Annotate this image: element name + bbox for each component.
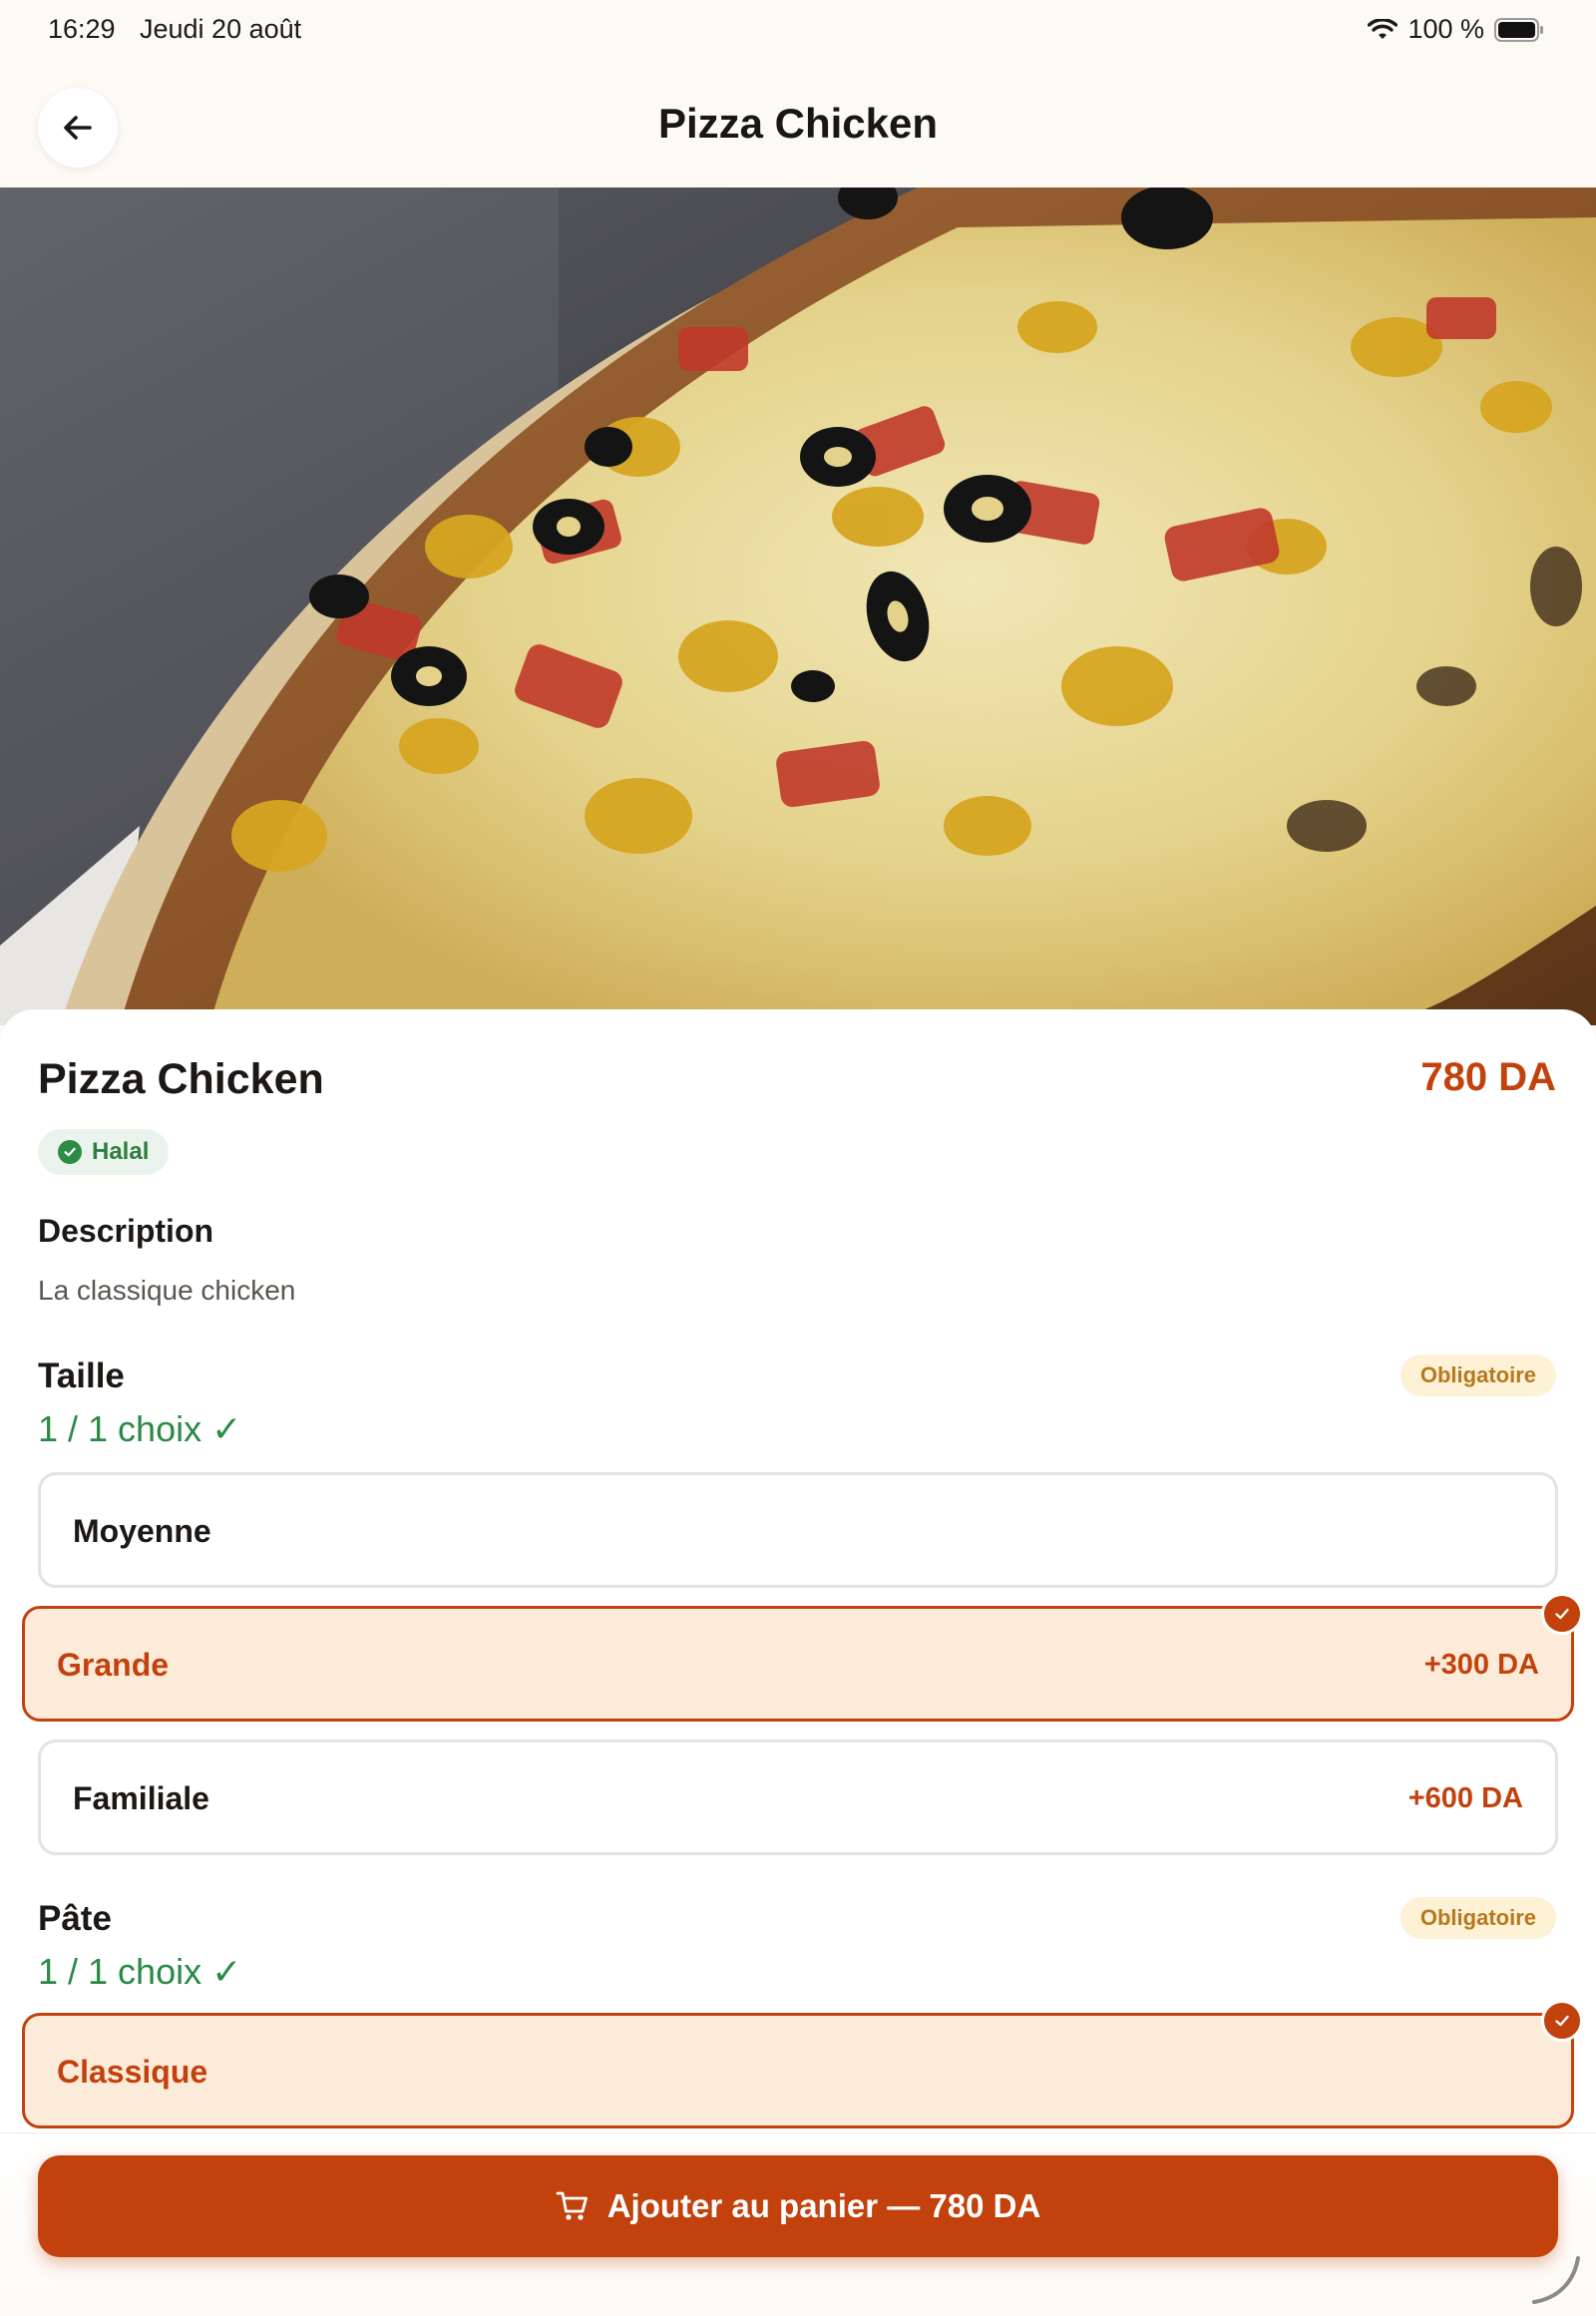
halal-badge: Halal xyxy=(38,1129,170,1175)
section-title-taille: Taille xyxy=(38,1356,125,1395)
status-bar: 16:29 Jeudi 20 août 100 % xyxy=(0,0,1596,62)
choice-count-taille: 1 / 1 choix ✓ xyxy=(38,1408,242,1449)
description-heading: Description xyxy=(38,1213,214,1249)
status-time: 16:29 xyxy=(48,14,116,44)
battery-level: 100 % xyxy=(1407,14,1484,44)
wifi-icon xyxy=(1368,18,1398,41)
resize-handle-icon xyxy=(1532,2256,1580,2304)
option-price: +600 DA xyxy=(1407,1782,1523,1814)
option-moyenne[interactable]: Moyenne xyxy=(38,1472,1558,1588)
top-navigation: Pizza Chicken xyxy=(0,62,1596,188)
product-price: 780 DA xyxy=(1420,1055,1556,1099)
status-date: Jeudi 20 août xyxy=(140,14,302,44)
option-grande[interactable]: Grande +300 DA xyxy=(22,1593,1583,1722)
option-price: +300 DA xyxy=(1423,1649,1539,1681)
option-label: Grande xyxy=(57,1647,170,1683)
battery-icon xyxy=(1494,17,1544,42)
required-badge-pate: Obligatoire xyxy=(1399,1897,1556,1939)
add-to-cart-label: Ajouter au panier — 780 DA xyxy=(606,2187,1041,2224)
cart-icon xyxy=(556,2191,588,2220)
description-text: La classique chicken xyxy=(38,1275,296,1306)
option-label: Moyenne xyxy=(73,1513,211,1549)
status-indicators: 100 % xyxy=(1368,14,1544,45)
required-badge-taille: Obligatoire xyxy=(1399,1354,1556,1396)
option-familiale[interactable]: Familiale +600 DA xyxy=(38,1739,1558,1855)
product-details-sheet: Pizza Chicken 780 DA Halal Description L… xyxy=(0,1009,1596,2316)
option-label: Classique xyxy=(57,2054,208,2090)
check-circle-icon xyxy=(58,1140,82,1164)
add-to-cart-button[interactable]: Ajouter au panier — 780 DA xyxy=(38,2155,1558,2257)
bottom-action-bar: Ajouter au panier — 780 DA xyxy=(0,2132,1596,2316)
product-name: Pizza Chicken xyxy=(38,1055,324,1103)
selected-check-icon xyxy=(1541,2000,1583,2042)
selected-check-icon xyxy=(1541,1593,1583,1635)
choice-count-pate: 1 / 1 choix ✓ xyxy=(38,1951,242,1992)
halal-label: Halal xyxy=(92,1138,150,1165)
page-title: Pizza Chicken xyxy=(657,100,939,147)
pizza-chicken-photo xyxy=(0,188,1596,1025)
section-title-pate: Pâte xyxy=(38,1899,112,1938)
option-label: Familiale xyxy=(73,1780,209,1816)
option-classique[interactable]: Classique xyxy=(22,2000,1583,2128)
